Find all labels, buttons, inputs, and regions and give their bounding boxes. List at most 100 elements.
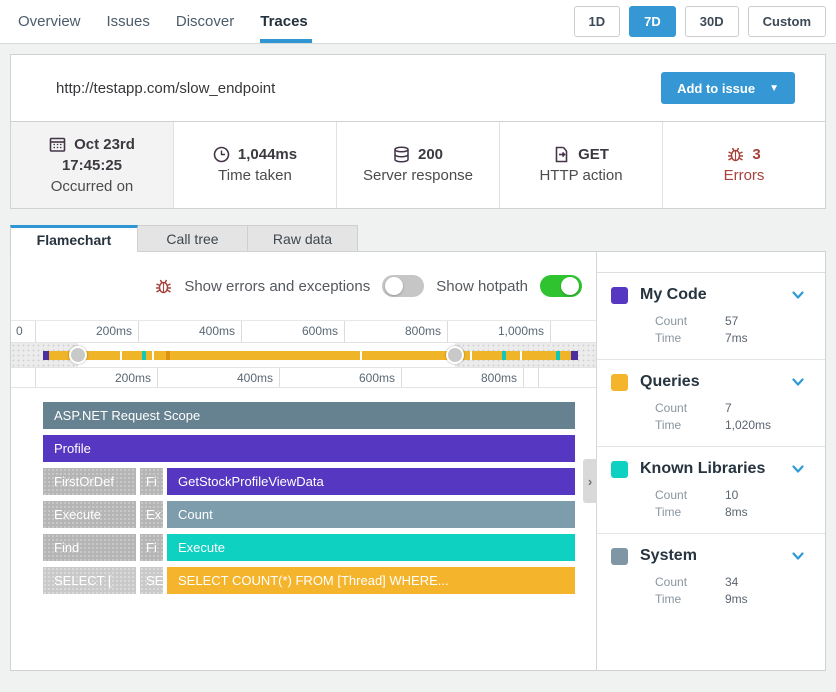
trace-url: http://testapp.com/slow_endpoint (56, 80, 661, 97)
ruler-tick: 400ms (158, 368, 280, 387)
legend-item-header[interactable]: Known Libraries (611, 460, 811, 478)
legend-time-row: Time9ms (655, 591, 811, 608)
time-range-group: 1D 7D 30D Custom (574, 6, 827, 37)
count-label: Count (655, 400, 725, 417)
flame-frame[interactable]: SELECT COUNT(*) FROM [Thread] WHERE... (167, 567, 575, 594)
flame-frame[interactable]: SELECT [ (43, 567, 136, 594)
flamechart-area: Show errors and exceptions Show hotpath … (11, 252, 597, 670)
count-label: Count (655, 313, 725, 330)
flame-frame[interactable]: ASP.NET Request Scope (43, 402, 575, 429)
timeline-minimap[interactable] (11, 343, 596, 367)
show-hotpath-toggle[interactable] (540, 275, 582, 297)
tab-raw-data[interactable]: Raw data (248, 225, 358, 252)
flame-row: Find Fi Execute (43, 534, 575, 561)
minimap-segment (502, 351, 506, 360)
add-to-issue-button[interactable]: Add to issue ▼ (661, 72, 795, 104)
legend-item-my-code: My Code Count57 Time7ms (597, 273, 825, 360)
flame-frame[interactable]: Fi (140, 468, 163, 495)
trace-header-panel: http://testapp.com/slow_endpoint Add to … (10, 54, 826, 122)
legend-item-known-libraries: Known Libraries Count10 Time8ms (597, 447, 825, 534)
toggle-knob (561, 277, 579, 295)
legend-item-header[interactable]: System (611, 547, 811, 565)
flame-frame[interactable]: Ex (140, 501, 163, 528)
chevron-down-icon[interactable] (791, 288, 805, 302)
flame-row: FirstOrDef Fi GetStockProfileViewData (43, 468, 575, 495)
time-value: 1,020ms (725, 417, 771, 434)
stat-label: Time taken (218, 165, 292, 186)
range-button-1d[interactable]: 1D (574, 6, 621, 37)
time-value: 8ms (725, 504, 748, 521)
legend-time-row: Time1,020ms (655, 417, 811, 434)
stat-label: Server response (363, 165, 473, 186)
stat-occurred-on: Oct 23rd 17:45:25 Occurred on (11, 122, 174, 208)
time-label: Time (655, 504, 725, 521)
range-button-custom[interactable]: Custom (748, 6, 826, 37)
flame-frame[interactable]: Execute (167, 534, 575, 561)
count-value: 34 (725, 574, 738, 591)
flame-frame[interactable]: Execute (43, 501, 136, 528)
count-label: Count (655, 574, 725, 591)
nav-item-discover[interactable]: Discover (176, 0, 256, 43)
chevron-down-icon: ▼ (769, 83, 779, 94)
nav-item-label: Discover (176, 13, 234, 30)
stat-value: GET (578, 144, 609, 165)
flame-frame[interactable]: SE (140, 567, 163, 594)
ruler-tick: 0 (11, 321, 36, 342)
queries-swatch (611, 374, 628, 391)
chevron-down-icon[interactable] (791, 549, 805, 563)
flame-frame[interactable]: GetStockProfileViewData (167, 468, 575, 495)
flame-row: SELECT [ SE SELECT COUNT(*) FROM [Thread… (43, 567, 575, 594)
count-value: 7 (725, 400, 732, 417)
stat-value: 200 (418, 144, 443, 165)
minimap-segment (120, 351, 122, 360)
toggle-knob (385, 277, 403, 295)
stat-value: 1,044ms (238, 144, 297, 165)
tab-flamechart[interactable]: Flamechart (10, 225, 138, 252)
minimap-segment (571, 351, 578, 360)
ruler-tick: 200ms (36, 368, 158, 387)
tab-call-tree[interactable]: Call tree (138, 225, 248, 252)
legend-item-system: System Count34 Time9ms (597, 534, 825, 620)
ruler-tick: 800ms (345, 321, 448, 342)
minimap-segment (43, 351, 578, 360)
chevron-down-icon[interactable] (791, 462, 805, 476)
legend-item-name: Known Libraries (640, 460, 779, 478)
stat-http-action: GET HTTP action (500, 122, 663, 208)
flame-frame[interactable]: Fi (140, 534, 163, 561)
chevron-down-icon[interactable] (791, 375, 805, 389)
ruler-tick: 400ms (139, 321, 242, 342)
show-errors-toggle[interactable] (382, 275, 424, 297)
minimap-segment (152, 351, 154, 360)
minimap-segment (142, 351, 146, 360)
range-button-30d[interactable]: 30D (685, 6, 739, 37)
legend-item-header[interactable]: My Code (611, 286, 811, 304)
flame-row: ASP.NET Request Scope (43, 402, 575, 429)
flame-frame[interactable]: Count (167, 501, 575, 528)
legend-collapse-tab[interactable]: › (583, 459, 597, 503)
flame-bars: ASP.NET Request Scope Profile FirstOrDef… (11, 388, 596, 594)
flame-frame[interactable]: Find (43, 534, 136, 561)
ruler-tick: 600ms (242, 321, 345, 342)
time-value: 9ms (725, 591, 748, 608)
legend-time-row: Time8ms (655, 504, 811, 521)
stat-label: Errors (724, 165, 765, 186)
flame-frame[interactable]: FirstOrDef (43, 468, 136, 495)
minimap-left-handle[interactable] (69, 346, 87, 364)
nav-item-traces[interactable]: Traces (260, 0, 330, 43)
my-code-swatch (611, 287, 628, 304)
minimap-segment (556, 351, 560, 360)
legend-count-row: Count7 (655, 400, 811, 417)
database-icon (393, 146, 410, 163)
legend-item-name: System (640, 547, 779, 565)
nav-item-overview[interactable]: Overview (18, 0, 103, 43)
ruler-fill (551, 321, 596, 342)
legend-item-name: My Code (640, 286, 779, 304)
flame-row: Execute Ex Count (43, 501, 575, 528)
nav-item-issues[interactable]: Issues (107, 0, 172, 43)
legend-item-header[interactable]: Queries (611, 373, 811, 391)
stat-label: Occurred on (51, 176, 134, 197)
minimap-right-handle[interactable] (446, 346, 464, 364)
range-button-7d[interactable]: 7D (629, 6, 676, 37)
ruler-tick: 600ms (280, 368, 402, 387)
flame-frame[interactable]: Profile (43, 435, 575, 462)
